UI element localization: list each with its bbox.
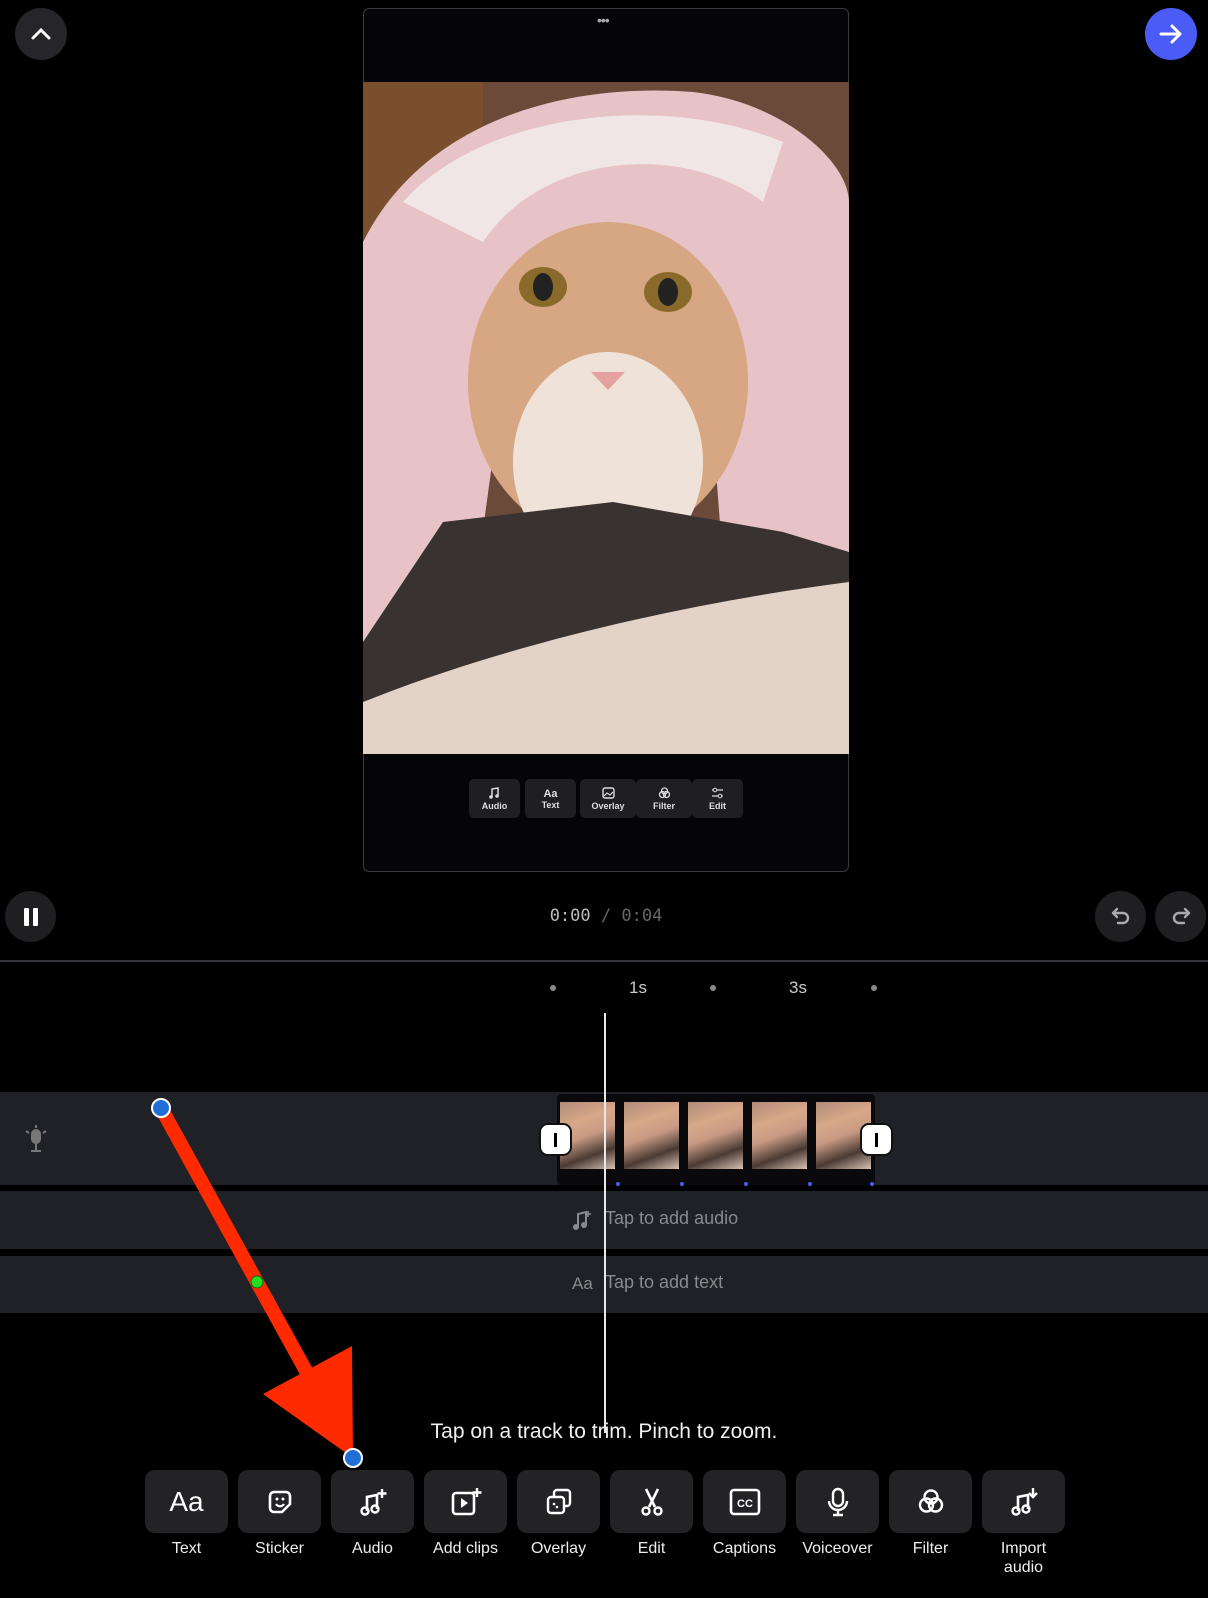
toolbar-filter-button[interactable]: Filter <box>889 1470 972 1558</box>
add-clip-icon <box>451 1487 481 1515</box>
microphone-icon[interactable] <box>24 1125 48 1153</box>
redo-button[interactable] <box>1155 891 1206 942</box>
image-icon <box>601 786 615 799</box>
toolbar-text-button[interactable]: Aa Text <box>145 1470 228 1558</box>
trim-handle-right[interactable] <box>860 1123 893 1156</box>
sliders-icon <box>712 787 723 798</box>
preview-text-button[interactable]: Aa Text <box>525 779 576 818</box>
toolbar-audio-button[interactable]: Audio <box>331 1470 414 1558</box>
preview-audio-label: Audio <box>481 800 508 811</box>
playback-time: 0:00 / 0:04 <box>500 906 712 926</box>
arrow-right-icon <box>1159 24 1182 44</box>
toolbar-label: Text <box>171 1540 202 1557</box>
playhead[interactable] <box>604 1013 606 1433</box>
clip-thumbnail <box>752 1102 807 1169</box>
trim-handle-left[interactable] <box>539 1123 572 1156</box>
overlay-icon <box>546 1488 571 1514</box>
svg-text:CC: CC <box>737 1498 753 1510</box>
toolbar-label: Add clips <box>433 1540 498 1557</box>
current-time: 0:00 <box>549 906 591 926</box>
add-text-placeholder[interactable]: Tap to add text <box>605 1272 723 1293</box>
toolbar-import-audio-button[interactable]: Import audio <box>982 1470 1065 1577</box>
music-plus-icon <box>488 786 499 799</box>
divider <box>0 960 1208 962</box>
pause-button[interactable] <box>5 891 56 942</box>
toolbar-label: Filter <box>912 1540 949 1557</box>
clip-thumbnail <box>624 1102 679 1169</box>
preview-overlay-button[interactable]: Overlay <box>580 779 636 818</box>
clip-marker <box>870 1182 874 1186</box>
more-options-icon[interactable]: ••• <box>597 12 610 28</box>
toolbar-edit-button[interactable]: Edit <box>610 1470 693 1558</box>
filter-icon <box>658 786 670 798</box>
preview-filter-label: Filter <box>652 800 675 811</box>
pause-icon <box>23 907 38 926</box>
toolbar-add-clips-button[interactable]: Add clips <box>424 1470 507 1558</box>
clip-thumbnail <box>688 1102 743 1169</box>
add-audio-placeholder[interactable]: Tap to add audio <box>605 1208 738 1229</box>
preview-edit-button[interactable]: Edit <box>692 779 743 818</box>
preview-audio-button[interactable]: Audio <box>469 779 520 818</box>
chevron-up-icon <box>31 27 51 40</box>
text-aa-icon: Aa <box>572 1274 593 1293</box>
ruler-label-1s: 1s <box>629 978 647 997</box>
cc-icon: CC <box>729 1488 760 1515</box>
toolbar-label: Voiceover <box>802 1540 873 1557</box>
toolbar-label: Import audio <box>1000 1540 1047 1576</box>
toolbar-label: Audio <box>352 1540 393 1557</box>
hint-text: Tap on a track to trim. Pinch to zoom. <box>430 1420 778 1443</box>
undo-icon <box>1111 907 1129 924</box>
clip-marker <box>680 1182 684 1186</box>
undo-button[interactable] <box>1095 891 1146 942</box>
microphone-icon <box>827 1487 848 1516</box>
ruler-tick <box>871 985 877 991</box>
clip-marker <box>744 1182 748 1186</box>
clip-marker <box>808 1182 812 1186</box>
clip-marker <box>616 1182 620 1186</box>
time-separator: / <box>590 906 622 926</box>
ruler-tick <box>710 985 716 991</box>
preview-text-label: Text <box>541 799 560 810</box>
toolbar-captions-button[interactable]: CC Captions <box>703 1470 786 1558</box>
music-import-icon <box>1010 1487 1038 1516</box>
toolbar-label: Overlay <box>530 1540 587 1557</box>
next-button[interactable] <box>1145 8 1197 60</box>
filter-icon <box>918 1488 943 1513</box>
scissors-icon <box>640 1487 663 1516</box>
toolbar-voiceover-button[interactable]: Voiceover <box>796 1470 879 1558</box>
preview-overlay-label: Overlay <box>591 800 625 811</box>
toolbar-label: Captions <box>712 1540 777 1557</box>
collapse-button[interactable] <box>15 8 67 60</box>
sticker-icon <box>268 1490 291 1513</box>
toolbar-overlay-button[interactable]: Overlay <box>517 1470 600 1558</box>
music-plus-icon <box>359 1488 386 1516</box>
redo-icon <box>1172 907 1190 924</box>
toolbar-sticker-button[interactable]: Sticker <box>238 1470 321 1558</box>
toolbar-label: Sticker <box>255 1540 304 1557</box>
text-aa-icon: Aa <box>169 1485 204 1517</box>
ruler-label-3s: 3s <box>789 978 807 997</box>
total-time: 0:04 <box>621 906 663 926</box>
annotation-end-point <box>343 1448 363 1468</box>
video-preview-image <box>363 82 849 754</box>
preview-edit-label: Edit <box>709 800 726 811</box>
preview-filter-button[interactable]: Filter <box>636 779 692 818</box>
music-plus-icon <box>573 1210 591 1230</box>
toolbar-label: Edit <box>637 1540 666 1557</box>
text-aa-icon: Aa <box>543 787 558 800</box>
ruler-tick <box>550 985 556 991</box>
